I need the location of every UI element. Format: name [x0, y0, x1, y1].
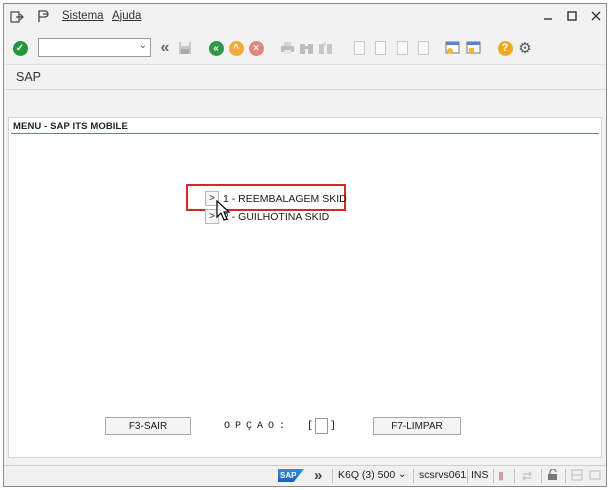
next-page-icon[interactable] — [394, 40, 410, 56]
find-next-icon[interactable] — [317, 40, 333, 56]
menu-ajuda[interactable]: Ajuda — [112, 10, 141, 22]
system-info: K6Q (3) 500 — [338, 469, 396, 481]
cancel-icon[interactable]: × — [248, 40, 264, 56]
status-separator — [493, 469, 494, 483]
lock-icon[interactable] — [547, 469, 559, 481]
menu-bar: Sistema Ajuda — [4, 4, 606, 30]
option-1-label: 1 - REEMBALAGEM SKID — [223, 192, 347, 205]
insert-mode[interactable]: INS — [471, 469, 489, 481]
print-icon[interactable] — [279, 40, 295, 56]
screen-icon[interactable] — [589, 469, 601, 481]
sap-gui-window: Sistema Ajuda ✓ ⌄ « « ^ × ? ⚙ SAP MENU -… — [3, 3, 607, 487]
page-title: SAP — [16, 70, 42, 84]
layout-icon[interactable] — [571, 469, 583, 481]
status-separator — [413, 469, 414, 483]
screen-area: MENU - SAP ITS MOBILE > 1 - REEMBALAGEM … — [8, 117, 602, 458]
status-separator — [565, 469, 566, 483]
section-divider — [11, 133, 599, 134]
new-session-icon[interactable] — [445, 40, 461, 56]
option-input[interactable] — [315, 418, 329, 434]
option-open-bracket: [ — [307, 420, 314, 432]
save-icon[interactable] — [177, 40, 193, 56]
gear-icon[interactable]: ⚙ — [517, 40, 533, 57]
double-chevron-right-icon[interactable]: » — [314, 467, 322, 484]
exit-button[interactable]: F3-SAIR — [105, 417, 191, 435]
title-bar: SAP — [4, 64, 606, 90]
double-chevron-left-icon[interactable]: « — [157, 39, 173, 56]
status-separator — [541, 469, 542, 483]
clear-button[interactable]: F7-LIMPAR — [373, 417, 461, 435]
menu-exit-icon[interactable] — [10, 11, 24, 23]
status-bar: SAP » K6Q (3) 500 ⌄ scsrvs061 INS ▮ ⇄ — [4, 465, 606, 486]
enter-icon[interactable]: ✓ — [12, 40, 28, 56]
sap-logo: SAP — [278, 469, 304, 482]
chevron-down-icon[interactable]: ⌄ — [139, 40, 147, 51]
command-input[interactable] — [39, 39, 134, 56]
menu-customize-icon[interactable] — [37, 10, 51, 23]
shortcut-icon[interactable] — [466, 40, 482, 56]
command-field[interactable]: ⌄ — [38, 38, 151, 57]
chevron-down-icon[interactable]: ⌄ — [398, 469, 406, 480]
previous-page-icon[interactable] — [372, 40, 388, 56]
maximize-icon[interactable] — [566, 9, 578, 23]
status-separator — [332, 469, 333, 483]
status-separator — [467, 469, 468, 483]
section-title: MENU - SAP ITS MOBILE — [13, 121, 128, 132]
server-info: scsrvs061 — [419, 469, 467, 481]
sync-icon[interactable]: ⇄ — [522, 469, 532, 483]
option-field: [ ] — [307, 418, 336, 434]
standard-toolbar: ✓ ⌄ « « ^ × ? ⚙ — [4, 32, 606, 64]
find-icon[interactable] — [298, 40, 314, 56]
mouse-cursor-icon — [216, 200, 231, 221]
help-icon[interactable]: ? — [497, 40, 513, 56]
close-icon[interactable] — [590, 9, 602, 23]
flag-icon[interactable]: ▮ — [498, 469, 504, 482]
menu-sistema[interactable]: Sistema — [62, 10, 104, 22]
last-page-icon[interactable] — [415, 40, 431, 56]
window-controls — [542, 9, 602, 23]
option-label: OPÇAO: — [224, 421, 291, 432]
back-icon[interactable]: « — [208, 40, 224, 56]
minimize-icon[interactable] — [542, 9, 554, 23]
option-close-bracket: ] — [330, 420, 337, 432]
exit-icon[interactable]: ^ — [228, 40, 244, 56]
first-page-icon[interactable] — [351, 40, 367, 56]
option-2-label: 2 - GUILHOTINA SKID — [223, 210, 330, 223]
status-separator — [514, 469, 515, 483]
